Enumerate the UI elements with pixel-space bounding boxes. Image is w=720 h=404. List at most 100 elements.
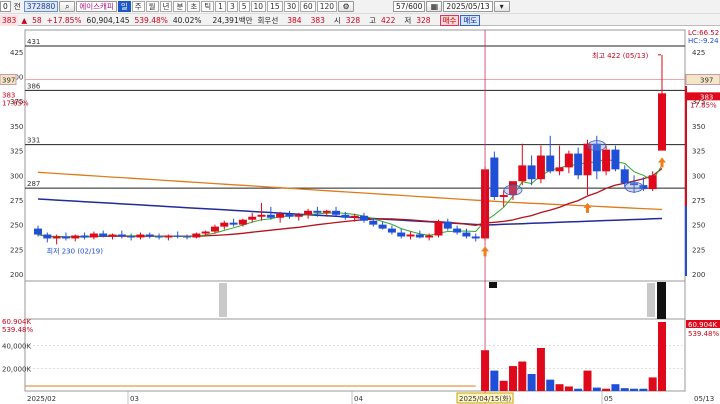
- page-counter[interactable]: 57/600: [393, 1, 426, 12]
- minute-button-30[interactable]: 30: [283, 1, 300, 12]
- candle-body[interactable]: [248, 216, 257, 220]
- candle-body[interactable]: [313, 210, 322, 213]
- period-button-second[interactable]: 초: [187, 1, 201, 12]
- candle-body[interactable]: [546, 155, 555, 172]
- volume-bar[interactable]: [630, 388, 639, 391]
- candle-body[interactable]: [406, 234, 415, 237]
- candle-body[interactable]: [304, 210, 313, 215]
- candle-body[interactable]: [43, 234, 52, 239]
- candle-body[interactable]: [229, 222, 238, 225]
- minute-button-5[interactable]: 5: [238, 1, 250, 12]
- minute-button-10[interactable]: 10: [250, 1, 267, 12]
- candle-body[interactable]: [294, 214, 303, 217]
- settings-icon[interactable]: ⚙: [338, 1, 355, 12]
- volume-bar[interactable]: [490, 370, 499, 391]
- volume-bar[interactable]: [564, 386, 573, 391]
- candle-body[interactable]: [490, 157, 499, 197]
- candle-body[interactable]: [518, 165, 527, 182]
- candle-body[interactable]: [164, 235, 173, 238]
- candle-body[interactable]: [527, 165, 536, 180]
- volume-bar[interactable]: [592, 387, 601, 391]
- left-value-box[interactable]: 0: [0, 1, 11, 12]
- volume-bar[interactable]: [536, 347, 545, 391]
- candle-body[interactable]: [136, 234, 145, 238]
- date-input[interactable]: 2025/05/13: [443, 1, 493, 12]
- candle-body[interactable]: [648, 175, 657, 190]
- candle-body[interactable]: [425, 235, 434, 238]
- volume-bar[interactable]: [602, 388, 611, 391]
- volume-bar[interactable]: [499, 380, 508, 391]
- candle-body[interactable]: [658, 93, 666, 151]
- volume-bar[interactable]: [546, 379, 555, 391]
- volume-bar[interactable]: [611, 384, 620, 391]
- candle-body[interactable]: [173, 235, 182, 237]
- candle-body[interactable]: [201, 231, 210, 234]
- candle-body[interactable]: [322, 210, 331, 213]
- stock-code-input[interactable]: 372880: [23, 1, 59, 12]
- buy-button[interactable]: 매수: [439, 14, 460, 26]
- candle-body[interactable]: [350, 215, 359, 218]
- candle-body[interactable]: [145, 234, 154, 237]
- candle-body[interactable]: [620, 169, 629, 184]
- volume-bar[interactable]: [648, 377, 657, 391]
- candle-body[interactable]: [80, 235, 89, 238]
- candle-body[interactable]: [34, 228, 42, 235]
- candle-body[interactable]: [434, 221, 443, 236]
- candle-body[interactable]: [574, 153, 583, 176]
- candle-body[interactable]: [220, 222, 229, 227]
- candle-body[interactable]: [462, 232, 471, 237]
- candle-body[interactable]: [266, 214, 275, 218]
- candle-body[interactable]: [117, 234, 126, 237]
- minute-button-15[interactable]: 15: [267, 1, 283, 12]
- candle-body[interactable]: [257, 214, 266, 217]
- minute-button-3[interactable]: 3: [226, 1, 238, 12]
- candle-body[interactable]: [564, 153, 573, 168]
- candle-body[interactable]: [536, 155, 545, 180]
- candle-body[interactable]: [155, 236, 164, 238]
- period-button-day[interactable]: 일: [117, 1, 131, 12]
- minute-button-60[interactable]: 60: [300, 1, 316, 12]
- candle-body[interactable]: [555, 167, 564, 172]
- volume-bar[interactable]: [583, 370, 592, 391]
- period-button-week[interactable]: 주: [131, 1, 145, 12]
- search-icon[interactable]: ⌕: [59, 1, 76, 12]
- volume-bar[interactable]: [481, 350, 490, 391]
- volume-bar[interactable]: [555, 384, 564, 391]
- candle-body[interactable]: [611, 149, 620, 170]
- sell-button[interactable]: 매도: [460, 14, 481, 26]
- candle-body[interactable]: [332, 210, 341, 215]
- stock-name[interactable]: 에이스캐피: [76, 1, 117, 12]
- date-picker-icon[interactable]: ▾: [493, 1, 510, 12]
- calendar-icon[interactable]: ▦: [426, 1, 443, 12]
- candle-body[interactable]: [453, 228, 462, 233]
- candle-body[interactable]: [183, 236, 192, 238]
- period-button-tick[interactable]: 틱: [201, 1, 215, 12]
- candle-body[interactable]: [285, 213, 294, 217]
- volume-bar[interactable]: [527, 374, 536, 391]
- candle-body[interactable]: [99, 233, 108, 237]
- volume-bar[interactable]: [518, 361, 527, 391]
- minute-button-1[interactable]: 1: [215, 1, 226, 12]
- candle-body[interactable]: [369, 220, 378, 225]
- minute-button-120[interactable]: 120: [316, 1, 338, 12]
- candle-body[interactable]: [415, 234, 424, 238]
- candle-body[interactable]: [387, 228, 396, 233]
- candle-body[interactable]: [127, 236, 136, 238]
- volume-bar[interactable]: [639, 388, 648, 391]
- candle-body[interactable]: [108, 234, 117, 237]
- candle-body[interactable]: [499, 195, 508, 197]
- candle-body[interactable]: [89, 233, 98, 238]
- period-button-year[interactable]: 년: [159, 1, 173, 12]
- candle-body[interactable]: [238, 219, 247, 225]
- candle-body[interactable]: [52, 236, 61, 239]
- candle-body[interactable]: [471, 236, 480, 239]
- stock-chart[interactable]: 431 386 331 287 최고 422 (05/13) 최저 230 (02/19…: [0, 26, 720, 404]
- candle-body[interactable]: [359, 215, 368, 221]
- volume-bar[interactable]: [508, 366, 517, 391]
- candle-body[interactable]: [210, 226, 219, 232]
- volume-bar[interactable]: [574, 388, 583, 391]
- candle-body[interactable]: [61, 236, 70, 239]
- period-button-minute[interactable]: 분: [173, 1, 187, 12]
- candle-body[interactable]: [397, 232, 406, 237]
- candle-body[interactable]: [341, 214, 350, 218]
